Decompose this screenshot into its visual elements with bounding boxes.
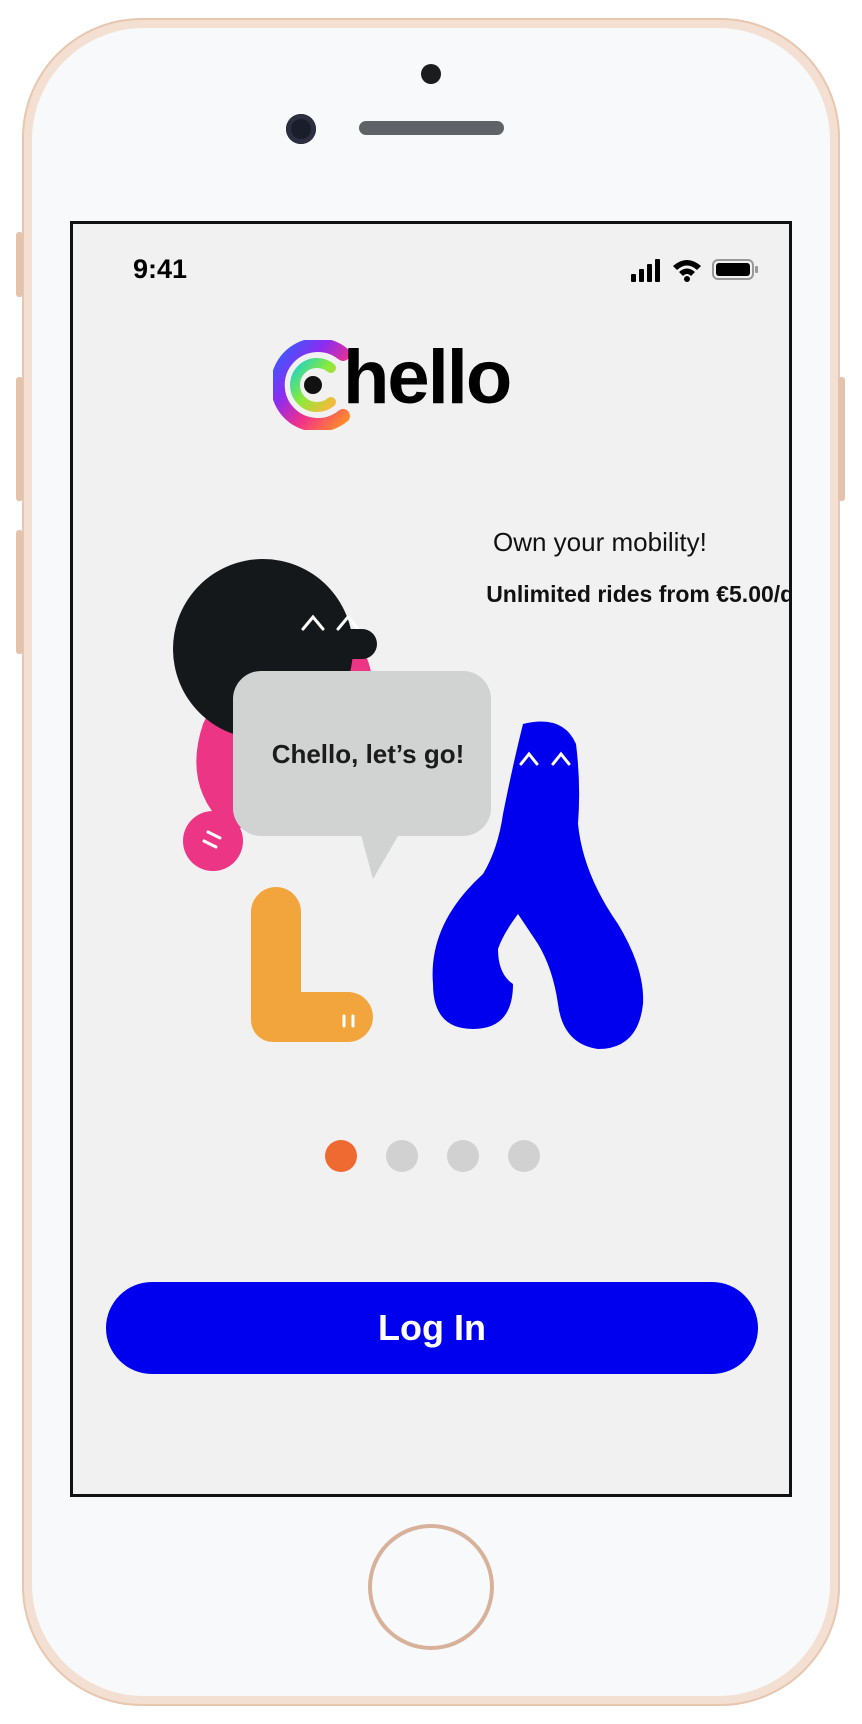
page-dot-3[interactable] (447, 1140, 479, 1172)
mute-switch (16, 232, 23, 297)
power-button (838, 377, 845, 501)
page-dot-4[interactable] (508, 1140, 540, 1172)
front-camera (286, 114, 316, 144)
earpiece-speaker (359, 121, 504, 135)
app-screen: 9:41 hello Own your mobility! Unlimited … (70, 221, 792, 1497)
login-button[interactable]: Log In (106, 1282, 758, 1374)
speech-bubble (233, 671, 491, 879)
page-dot-1[interactable] (325, 1140, 357, 1172)
proximity-sensor (421, 64, 441, 84)
volume-down-button (16, 530, 23, 654)
volume-up-button (16, 377, 23, 501)
orange-character (251, 887, 373, 1042)
speech-bubble-text: Chello, let’s go! (271, 739, 465, 769)
onboarding-illustration (173, 559, 644, 1049)
page-dot-2[interactable] (386, 1140, 418, 1172)
home-button[interactable] (368, 1524, 494, 1650)
page-indicator (325, 1140, 569, 1172)
